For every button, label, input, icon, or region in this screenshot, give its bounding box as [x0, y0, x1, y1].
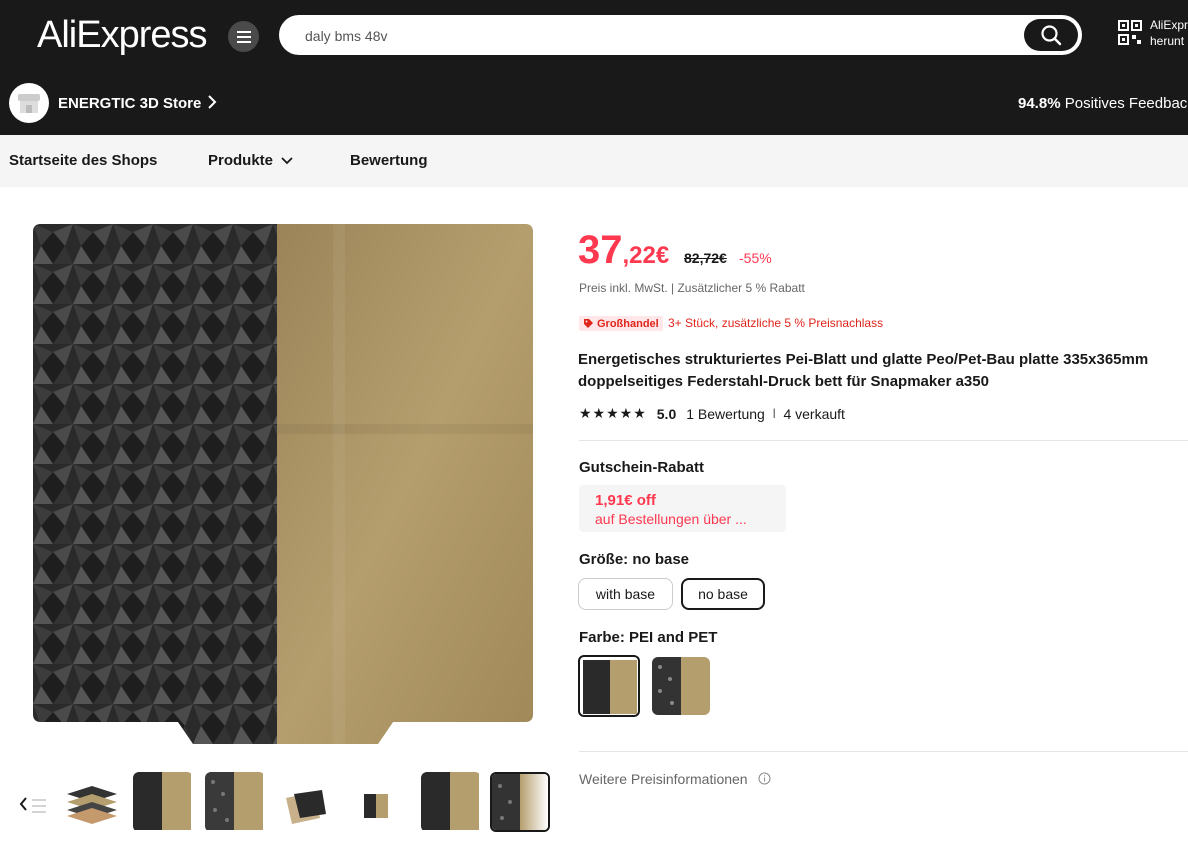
- store-name[interactable]: ENERGTIC 3D Store: [58, 95, 201, 112]
- product-title: Energetisches strukturiertes Pei-Blatt u…: [578, 351, 1149, 390]
- thumbnail-5[interactable]: [278, 772, 338, 832]
- coupon-amount: 1,91€ off: [595, 492, 656, 509]
- coupon-description: auf Bestellungen über ...: [595, 511, 747, 527]
- wholesale-text: 3+ Stück, zusätzliche 5 % Preisnachlass: [668, 316, 884, 330]
- search-button[interactable]: [1024, 19, 1078, 51]
- divider: [579, 751, 1188, 752]
- main-product-image[interactable]: [33, 224, 533, 744]
- review-count-link[interactable]: 1 Bewertung: [686, 406, 765, 422]
- aliexpress-logo[interactable]: AliExpress: [37, 14, 207, 57]
- tax-note: Preis inkl. MwSt. | Zusätzlicher 5 % Rab…: [579, 281, 805, 295]
- feedback-percent: 94.8%: [1018, 95, 1061, 112]
- nav-reviews[interactable]: Bewertung: [350, 152, 428, 169]
- more-price-info-label: Weitere Preisinformationen: [579, 771, 748, 787]
- divider: |: [772, 408, 776, 419]
- top-header: AliExpress daly bms 48v AliExpr herunt: [0, 0, 1188, 72]
- current-price: 37,22€: [578, 228, 669, 273]
- feedback-label: Positives Feedbac: [1064, 95, 1188, 112]
- coupon-title: Gutschein-Rabatt: [579, 459, 705, 476]
- wholesale-badge: Großhandel: [579, 316, 663, 331]
- search-box[interactable]: daly bms 48v: [279, 15, 1082, 55]
- store-bar: ENERGTIC 3D Store 94.8% Positives Feedba…: [0, 72, 1188, 135]
- price-decimal: ,22€: [622, 242, 670, 269]
- color-option-textured[interactable]: [652, 657, 710, 715]
- size-label: Größe: no base: [579, 551, 690, 568]
- positive-feedback: 94.8% Positives Feedbac: [1018, 95, 1187, 112]
- qr-code-icon[interactable]: [1118, 20, 1142, 51]
- menu-button[interactable]: [228, 21, 259, 52]
- wholesale-badge-label: Großhandel: [597, 317, 659, 330]
- divider: [579, 440, 1188, 441]
- discount-percent: -55%: [739, 250, 772, 266]
- rating-value: 5.0: [656, 405, 677, 422]
- size-option-with-base[interactable]: with base: [578, 578, 673, 610]
- search-input[interactable]: daly bms 48v: [305, 28, 387, 44]
- store-icon: [18, 94, 40, 113]
- chevron-down-icon: [281, 156, 293, 164]
- store-avatar[interactable]: [9, 83, 49, 123]
- thumbnail-4[interactable]: [205, 772, 265, 832]
- nav-products-label: Produkte: [208, 152, 274, 169]
- thumbnail-8-selected[interactable]: [490, 772, 550, 832]
- color-label: Farbe: PEI and PET: [579, 629, 718, 646]
- nav-store-home[interactable]: Startseite des Shops: [9, 152, 157, 169]
- app-promo-line2: herunt: [1150, 34, 1185, 48]
- info-icon: [758, 772, 770, 785]
- thumbnail-6[interactable]: [350, 772, 410, 832]
- search-icon: [1041, 25, 1062, 46]
- price-integer: 37: [578, 228, 623, 272]
- sold-count: 4 verkauft: [783, 405, 845, 422]
- rating-row: ★★★★★ 5.0 1 Bewertung | 4 verkauft: [579, 405, 845, 422]
- app-promo[interactable]: AliExpr herunt: [1150, 17, 1188, 49]
- star-icon: ★★★★★: [579, 405, 647, 421]
- thumbnail-1[interactable]: [8, 772, 68, 832]
- thumbnail-2[interactable]: [62, 772, 122, 832]
- color-option-pei-pet[interactable]: [578, 655, 640, 717]
- store-nav: Startseite des Shops Produkte Bewertung: [0, 135, 1188, 187]
- more-price-info[interactable]: Weitere Preisinformationen: [579, 771, 771, 787]
- thumbnail-7[interactable]: [421, 772, 481, 832]
- tag-icon: [584, 319, 593, 328]
- app-promo-line1: AliExpr: [1150, 18, 1188, 32]
- menu-icon: [236, 30, 251, 43]
- nav-products[interactable]: Produkte: [208, 152, 293, 169]
- size-option-no-base[interactable]: no base: [681, 578, 765, 610]
- chevron-right-icon[interactable]: [207, 94, 217, 115]
- original-price: 82,72€: [684, 250, 727, 266]
- thumbnail-strip: [0, 768, 560, 838]
- coupon-card[interactable]: 1,91€ off auf Bestellungen über ...: [579, 485, 786, 532]
- thumbnail-3[interactable]: [133, 772, 193, 832]
